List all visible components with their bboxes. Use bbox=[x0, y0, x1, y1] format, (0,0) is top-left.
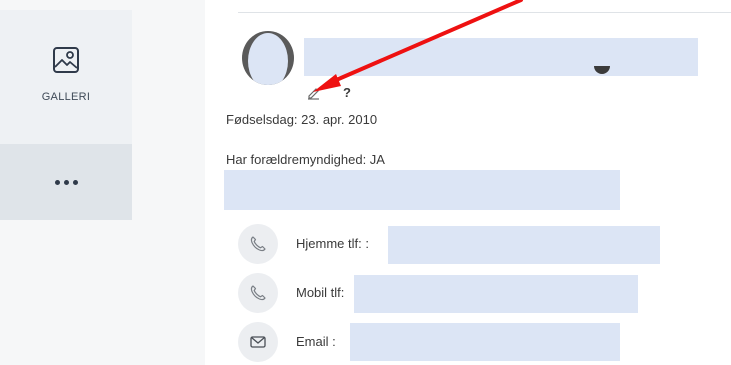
pencil-icon[interactable] bbox=[306, 84, 322, 105]
mobile-phone-label: Mobil tlf: bbox=[296, 285, 345, 300]
name-redaction bbox=[304, 38, 698, 76]
nav-gallery-button[interactable]: GALLERI bbox=[0, 10, 132, 144]
more-dots-icon bbox=[54, 179, 78, 185]
envelope-icon[interactable] bbox=[238, 322, 278, 362]
email-redaction bbox=[350, 323, 620, 361]
phone-icon[interactable] bbox=[238, 224, 278, 264]
contact-row-email: Email : bbox=[238, 322, 678, 362]
contact-row-home-phone: Hjemme tlf: : bbox=[238, 224, 678, 264]
home-phone-label: Hjemme tlf: : bbox=[296, 236, 369, 251]
left-nav: GALLERI bbox=[0, 10, 132, 220]
birthday-text: Fødselsdag: 23. apr. 2010 bbox=[226, 112, 378, 127]
avatar bbox=[242, 31, 294, 85]
divider bbox=[238, 12, 731, 13]
nav-gallery-label: GALLERI bbox=[41, 90, 91, 103]
custody-text: Har forældremyndighed: JA bbox=[226, 152, 385, 167]
home-phone-redaction bbox=[388, 226, 660, 264]
phone-icon[interactable] bbox=[238, 273, 278, 313]
mobile-phone-redaction bbox=[354, 275, 638, 313]
address-redaction bbox=[224, 170, 620, 210]
help-icon[interactable]: ? bbox=[343, 85, 351, 100]
image-icon bbox=[52, 46, 80, 79]
contact-row-mobile-phone: Mobil tlf: bbox=[238, 273, 678, 313]
nav-more-button[interactable] bbox=[0, 144, 132, 220]
email-label: Email : bbox=[296, 334, 336, 349]
